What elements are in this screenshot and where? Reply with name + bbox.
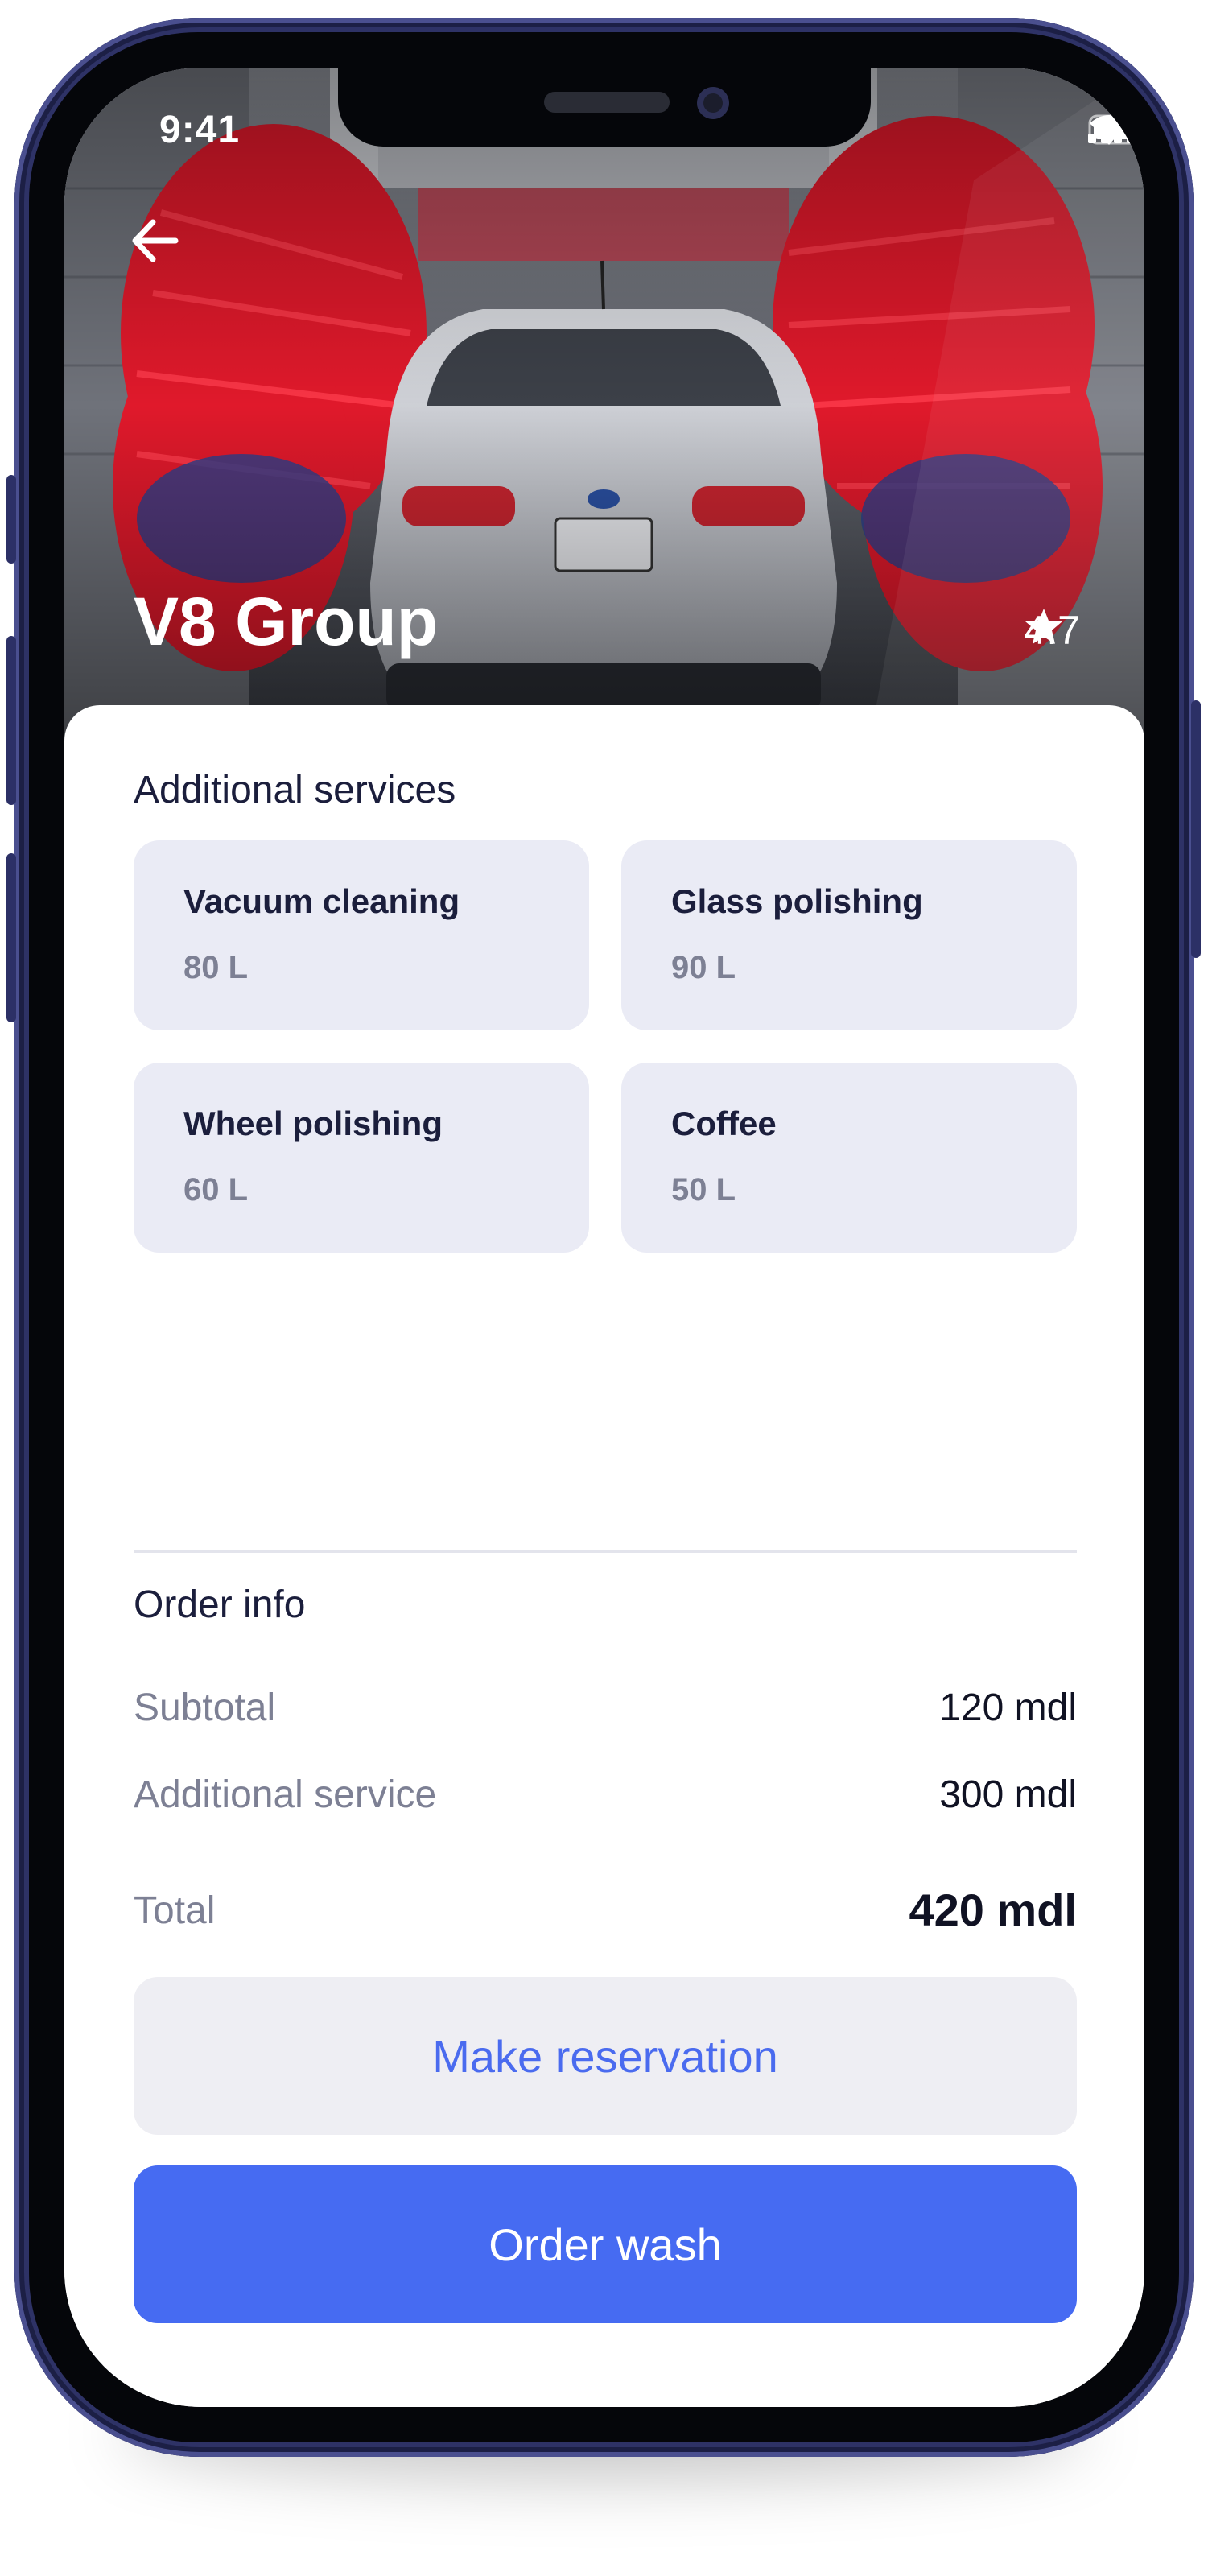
service-price: 60 L [183, 1172, 249, 1208]
service-price: 50 L [671, 1172, 736, 1208]
service-name: Vacuum cleaning [183, 882, 460, 920]
phone-notch [338, 68, 871, 147]
total-value: 420 mdl [909, 1885, 1077, 1935]
star-icon [1025, 609, 1063, 644]
side-button-left-1 [6, 475, 16, 564]
speaker-grille [544, 92, 670, 113]
service-name: Coffee [671, 1104, 777, 1142]
battery-icon [1088, 114, 1144, 145]
order-wash-button[interactable]: Order wash [134, 2165, 1077, 2323]
make-reservation-button[interactable]: Make reservation [134, 1977, 1077, 2135]
service-card-coffee[interactable]: Coffee 50 L [621, 1063, 1077, 1253]
section-divider [134, 1550, 1077, 1553]
service-name: Glass polishing [671, 882, 923, 920]
service-name: Wheel polishing [183, 1104, 443, 1142]
side-button-right [1191, 700, 1201, 958]
front-camera [697, 87, 729, 119]
additional-services-title: Additional services [134, 769, 456, 811]
subtotal-value: 120 mdl [939, 1686, 1077, 1729]
service-price: 90 L [671, 950, 736, 985]
screen: 9:41 V8 Group Additional services Vacuum… [64, 68, 1144, 2407]
additional-service-label: Additional service [134, 1773, 437, 1816]
status-time: 9:41 [159, 109, 241, 151]
side-button-left-3 [6, 853, 16, 1022]
additional-service-value: 300 mdl [939, 1773, 1077, 1816]
subtotal-label: Subtotal [134, 1686, 276, 1729]
service-price: 80 L [183, 950, 249, 985]
service-card-vacuum[interactable]: Vacuum cleaning 80 L [134, 840, 589, 1030]
order-info-title: Order info [134, 1583, 306, 1626]
service-card-wheel[interactable]: Wheel polishing 60 L [134, 1063, 589, 1253]
arrow-left-icon [132, 219, 179, 262]
page-title: V8 Group [134, 584, 439, 659]
back-button[interactable] [121, 204, 193, 277]
rating: 4.7 [1024, 607, 1080, 654]
total-label: Total [134, 1889, 216, 1932]
hero-image: 9:41 V8 Group [64, 68, 1144, 744]
content-sheet: Additional services Vacuum cleaning 80 L… [64, 705, 1144, 2407]
side-button-left-2 [6, 636, 16, 805]
service-card-glass[interactable]: Glass polishing 90 L [621, 840, 1077, 1030]
